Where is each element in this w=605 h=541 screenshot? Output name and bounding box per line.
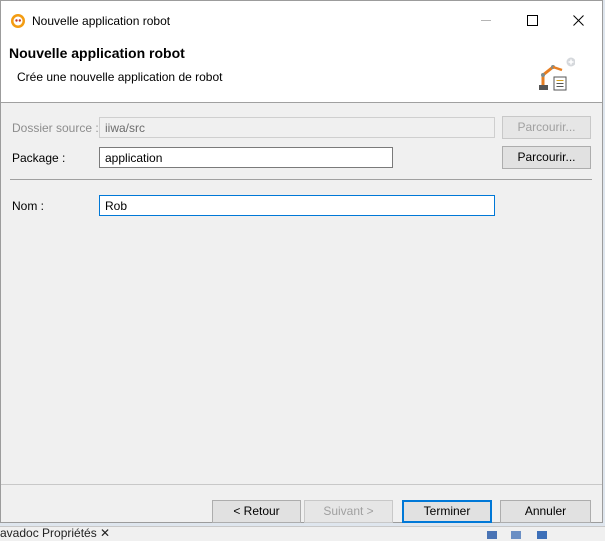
package-browse-button[interactable]: Parcourir... (502, 146, 591, 169)
maximize-button[interactable] (509, 1, 555, 39)
app-logo-icon (11, 14, 25, 28)
wizard-title: Nouvelle application robot (9, 45, 185, 61)
finish-button[interactable]: Terminer (402, 500, 492, 523)
name-label: Nom : (12, 199, 45, 213)
wizard-description: Crée une nouvelle application de robot (17, 70, 223, 84)
cancel-button[interactable]: Annuler (500, 500, 591, 523)
maximize-icon (526, 14, 538, 26)
close-button[interactable] (555, 1, 601, 39)
background-toolbar-icons (485, 529, 605, 540)
minimize-icon (481, 19, 491, 21)
source-folder-label: Dossier source : (12, 121, 99, 135)
next-button[interactable]: Suivant > (304, 500, 393, 523)
robot-arm-wizard-icon (539, 57, 575, 91)
minimize-button[interactable] (463, 1, 509, 39)
button-bar-separator (1, 484, 602, 485)
source-folder-field[interactable] (99, 117, 495, 138)
background-tab-labels: avadoc Propriétés ✕ (0, 526, 111, 540)
name-field[interactable] (99, 195, 495, 216)
source-folder-browse-button[interactable]: Parcourir... (502, 116, 591, 139)
new-robot-application-dialog: Nouvelle application robot Nouvelle appl… (0, 0, 603, 523)
package-field[interactable] (99, 147, 393, 168)
form-separator (10, 179, 592, 180)
package-label: Package : (12, 151, 66, 165)
title-bar: Nouvelle application robot (1, 1, 602, 39)
back-button[interactable]: < Retour (212, 500, 301, 523)
window-title: Nouvelle application robot (32, 14, 171, 28)
wizard-banner: Nouvelle application robot Crée une nouv… (1, 39, 602, 103)
close-icon (572, 14, 584, 26)
